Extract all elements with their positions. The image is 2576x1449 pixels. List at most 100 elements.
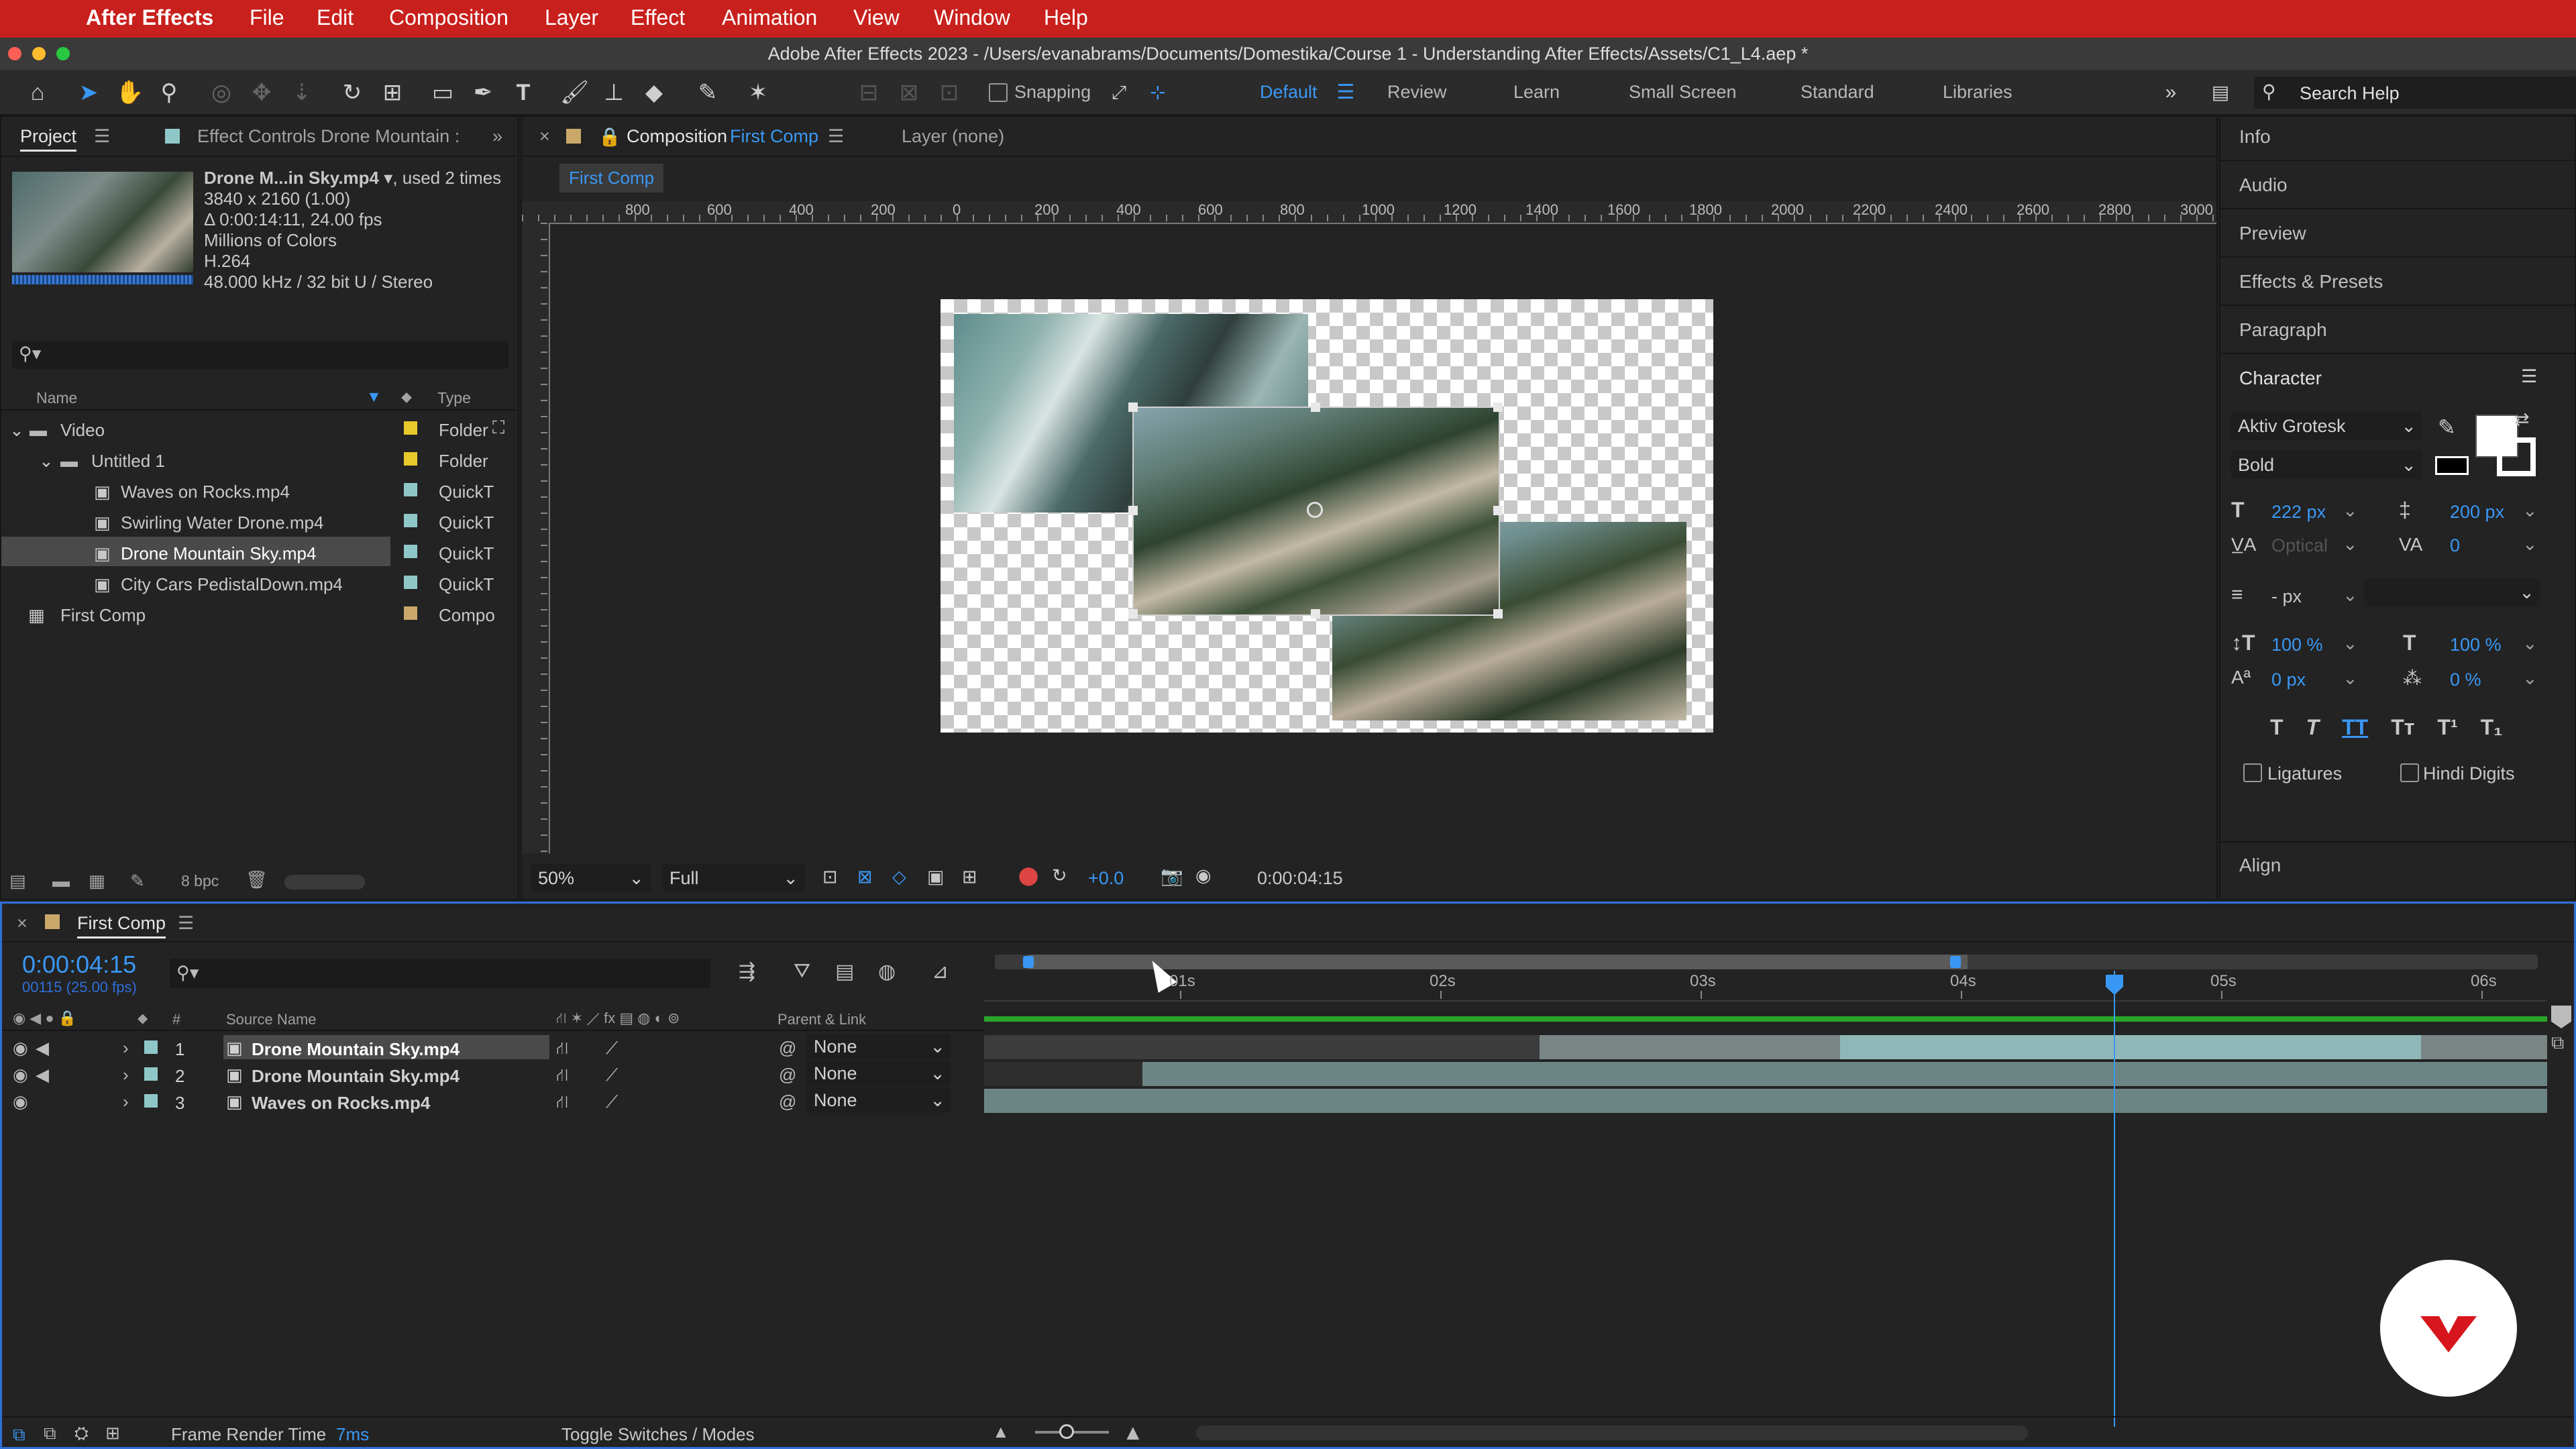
thumbnail-slider[interactable] — [284, 875, 365, 890]
project-item-swirling[interactable]: ▣ Swirling Water Drone.mp4 QuickT — [1, 506, 518, 537]
workspace-standard[interactable]: Standard — [1801, 82, 1874, 103]
parent-dropdown[interactable]: None ⌄ — [807, 1087, 951, 1113]
transform-handle[interactable] — [1311, 609, 1320, 619]
font-size-value[interactable]: 222 px — [2271, 502, 2326, 523]
horizontal-scale-value[interactable]: 100 % — [2450, 635, 2502, 655]
mask-visibility-icon[interactable]: ◇ — [892, 867, 906, 888]
timeline-menu-icon[interactable]: ☰ — [178, 913, 194, 934]
transform-handle[interactable] — [1493, 609, 1503, 619]
chevron-down-icon[interactable]: ⌄ — [2343, 534, 2358, 555]
layer-3-duration-bar[interactable] — [984, 1089, 2547, 1113]
comp-navigator-tab[interactable]: First Comp — [559, 164, 664, 193]
snap-features-icon[interactable]: ⊹ — [1144, 79, 1171, 106]
baseline-shift-value[interactable]: 0 px — [2271, 669, 2306, 690]
column-name[interactable]: Name — [36, 389, 77, 407]
workspace-learn[interactable]: Learn — [1513, 82, 1560, 103]
timeline-scrollbar[interactable] — [1196, 1426, 2028, 1440]
in-out-toggle-icon[interactable]: ⛭ — [74, 1423, 89, 1444]
panel-character-title[interactable]: Character — [2239, 368, 2322, 389]
menu-file[interactable]: File — [250, 5, 284, 30]
search-help-field[interactable]: ⚲ Search Help — [2254, 76, 2576, 109]
work-area-range[interactable] — [1028, 955, 1968, 969]
snapshot-camera-icon[interactable]: 📷 — [1161, 865, 1183, 887]
time-zoom-slider-thumb[interactable] — [1059, 1424, 1074, 1439]
info-panel-header[interactable] — [2220, 117, 2575, 161]
layer-2-duration-bar[interactable] — [1142, 1062, 2547, 1086]
kerning-value[interactable]: Optical — [2271, 535, 2328, 556]
bpc-toggle[interactable]: 8 bpc — [181, 872, 219, 890]
color-channels-icon[interactable]: ⬤ — [1018, 865, 1038, 886]
label-color-swatch[interactable] — [144, 1040, 158, 1054]
composition-mini-flowchart-icon[interactable]: ⇶ — [739, 960, 755, 983]
workspace-menu-icon[interactable]: ☰ — [1332, 79, 1359, 106]
composition-menu-icon[interactable]: ☰ — [828, 126, 844, 147]
menu-animation[interactable]: Animation — [722, 5, 817, 30]
project-item-waves[interactable]: ▣ Waves on Rocks.mp4 QuickT — [1, 475, 518, 506]
stroke-style-dropdown[interactable]: ⌄ — [2364, 578, 2540, 606]
transform-handle[interactable] — [1493, 506, 1503, 515]
expand-arrow-icon[interactable]: › — [123, 1038, 129, 1059]
chevron-down-icon[interactable]: ⌄ — [2343, 585, 2358, 606]
stroke-color-swatch[interactable] — [2497, 437, 2536, 476]
dropdown-arrow-icon[interactable]: ▾ — [384, 168, 392, 188]
anchor-point-tool-icon[interactable]: ⊞ — [379, 79, 406, 106]
fast-previews-icon[interactable]: ⊡ — [822, 867, 838, 888]
tab-layer[interactable]: Layer (none) — [902, 126, 1004, 147]
menu-effect[interactable]: Effect — [631, 5, 685, 30]
zoom-window-button[interactable] — [56, 47, 70, 60]
project-item-video[interactable]: ⌄ ▬ Video Folder ⛶ — [1, 413, 518, 444]
dolly-camera-icon[interactable]: ⇣ — [288, 79, 315, 106]
column-parent-link[interactable]: Parent & Link — [777, 1011, 866, 1028]
label-color-swatch[interactable] — [404, 545, 417, 558]
comp-timecode[interactable]: 0:00:04:15 — [1257, 868, 1343, 889]
layer-1-duration-bar-selected[interactable] — [1840, 1035, 2421, 1059]
pickwhip-icon[interactable]: @ — [779, 1038, 796, 1059]
close-tab-icon[interactable]: × — [17, 913, 28, 934]
quality-switch-icon[interactable]: ⟋ — [606, 1065, 618, 1086]
project-menu-icon[interactable]: ☰ — [94, 126, 110, 147]
current-timecode[interactable]: 0:00:04:15 — [22, 951, 136, 979]
eyedropper-icon[interactable]: ✎ — [2438, 415, 2456, 440]
adjust-project-settings-icon[interactable]: ✎ — [130, 871, 145, 892]
close-tab-icon[interactable]: × — [539, 126, 550, 147]
layer-row-3[interactable]: ◉ › 3 ▣ Waves on Rocks.mp4 ⛙ ⟋ @ None ⌄ — [2, 1087, 984, 1114]
visibility-eye-icon[interactable]: ◉ — [13, 1091, 28, 1112]
clone-stamp-tool-icon[interactable]: ⊥ — [600, 79, 627, 106]
snap-edges-icon[interactable]: ⤢ — [1106, 79, 1132, 106]
more-workspaces-icon[interactable]: » — [2157, 79, 2184, 106]
faux-bold-icon[interactable]: T — [2270, 715, 2284, 740]
chevron-down-icon[interactable]: ⌄ — [2522, 633, 2538, 654]
visibility-eye-icon[interactable]: ◉ — [13, 1038, 28, 1059]
no-fill-swatch[interactable] — [2435, 456, 2469, 475]
faux-italic-icon[interactable]: T — [2306, 715, 2320, 740]
column-type[interactable]: Type — [437, 389, 471, 407]
zoom-dropdown[interactable]: 50% ⌄ — [531, 864, 651, 892]
ligatures-checkbox[interactable] — [2243, 763, 2262, 782]
motion-blur-icon[interactable]: ◍ — [878, 960, 896, 983]
comp-marker-bin-icon[interactable]: ⧉ — [2551, 1032, 2564, 1054]
label-color-swatch[interactable] — [144, 1094, 158, 1108]
panel-overflow-icon[interactable]: » — [492, 126, 502, 147]
work-area-end-handle[interactable] — [1950, 956, 1961, 968]
workspace-small-screen[interactable]: Small Screen — [1629, 82, 1737, 103]
zoom-out-mountain-icon[interactable]: ▲ — [992, 1421, 1010, 1442]
parent-dropdown[interactable]: None ⌄ — [807, 1034, 951, 1059]
audio-speaker-icon[interactable]: ◀ — [36, 1065, 49, 1085]
project-item-city[interactable]: ▣ City Cars PedistalDown.mp4 QuickT — [1, 568, 518, 598]
chevron-down-icon[interactable]: ⌄ — [2343, 633, 2358, 654]
layer-name[interactable]: Drone Mountain Sky.mp4 — [252, 1039, 460, 1060]
tab-effect-controls[interactable]: Effect Controls Drone Mountain : — [197, 126, 460, 147]
trash-icon[interactable]: 🗑 — [246, 869, 268, 890]
sort-arrow-icon[interactable]: ▼ — [366, 388, 382, 406]
parent-dropdown[interactable]: None ⌄ — [807, 1061, 951, 1086]
timeline-search-input[interactable]: ⚲▾ — [170, 959, 710, 988]
orbit-camera-icon[interactable]: ◎ — [208, 79, 235, 106]
tab-project[interactable]: Project — [20, 126, 77, 152]
eraser-tool-icon[interactable]: ◆ — [641, 79, 667, 106]
type-tool-icon[interactable]: T — [510, 79, 537, 106]
tsume-value[interactable]: 0 % — [2450, 669, 2481, 690]
small-caps-icon[interactable]: Tт — [2391, 715, 2414, 740]
pickwhip-icon[interactable]: @ — [779, 1091, 796, 1112]
app-menu[interactable]: After Effects — [86, 5, 213, 30]
project-search-input[interactable]: ⚲▾ — [12, 341, 508, 369]
